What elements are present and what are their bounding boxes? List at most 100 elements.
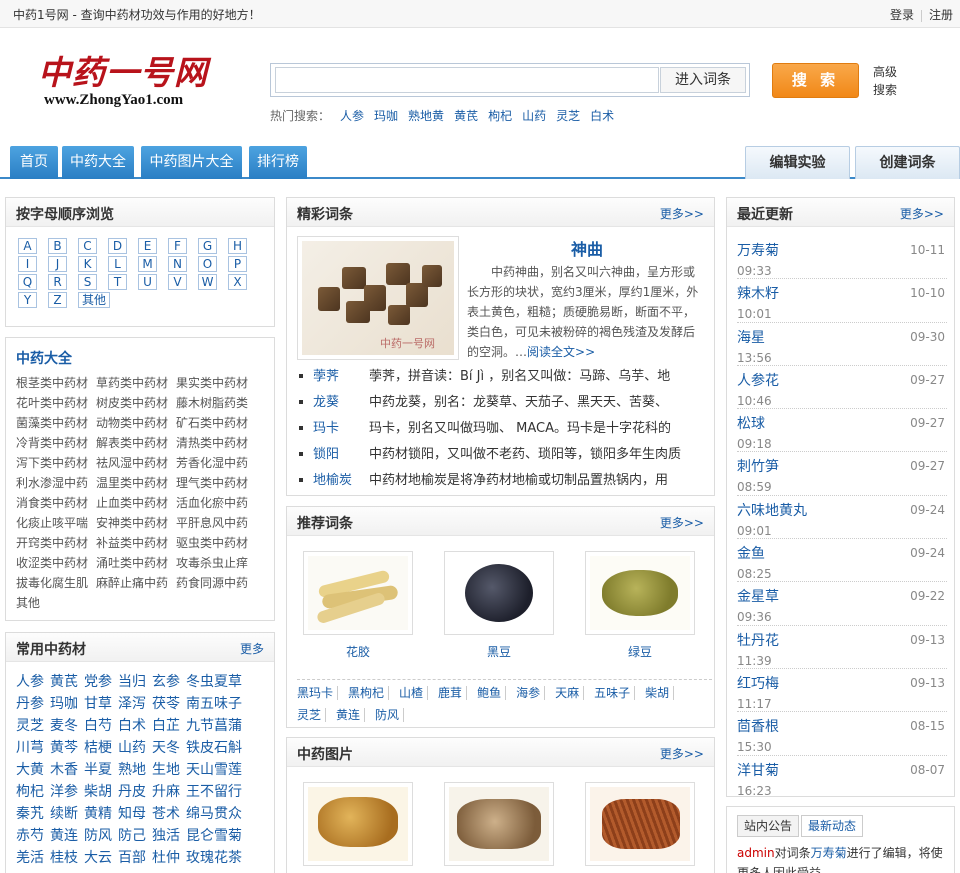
update-entry-link[interactable]: 人参花	[737, 370, 779, 390]
herb-link[interactable]: 天冬	[152, 737, 180, 759]
category-link[interactable]: 收涩类中药材	[16, 554, 96, 574]
hot-link[interactable]: 人参	[340, 109, 364, 123]
update-entry-link[interactable]: 金星草	[737, 586, 779, 606]
herb-link[interactable]: 洋参	[50, 781, 78, 803]
herb-link[interactable]: 丹皮	[118, 781, 146, 803]
update-entry-link[interactable]: 六味地黄丸	[737, 500, 807, 520]
letter-link[interactable]: M	[138, 256, 157, 272]
hot-link[interactable]: 黄芪	[454, 109, 478, 123]
category-link[interactable]: 冷背类中药材	[16, 434, 96, 454]
hot-link[interactable]: 灵芝	[556, 109, 580, 123]
tag-link[interactable]: 鲍鱼	[477, 686, 507, 700]
herb-link[interactable]: 续断	[50, 803, 78, 825]
letter-link[interactable]: L	[108, 256, 127, 272]
category-link[interactable]: 草药类中药材	[96, 374, 176, 394]
search-input[interactable]	[275, 67, 659, 93]
featured-item-link[interactable]: 龙葵	[313, 390, 369, 416]
letter-link[interactable]: O	[198, 256, 217, 272]
read-more-link[interactable]: 阅读全文>>	[527, 345, 595, 359]
herb-link[interactable]: 百部	[118, 847, 146, 869]
search-button[interactable]: 搜 索	[772, 63, 859, 98]
herb-link[interactable]: 昆仑雪菊	[186, 825, 242, 847]
letter-link[interactable]: T	[108, 274, 127, 290]
category-link[interactable]: 涌吐类中药材	[96, 554, 176, 574]
letter-link[interactable]: W	[198, 274, 217, 290]
herb-link[interactable]: 赤芍	[16, 825, 44, 847]
tab-herb-images[interactable]: 中药图片大全	[141, 146, 242, 179]
recommend-thumb[interactable]	[303, 551, 413, 635]
herb-link[interactable]: 黄精	[84, 803, 112, 825]
letter-link[interactable]: X	[228, 274, 247, 290]
recommend-label[interactable]: 黑豆	[444, 643, 554, 660]
tag-link[interactable]: 五味子	[594, 686, 636, 700]
category-link[interactable]: 拔毒化腐生肌	[16, 574, 96, 594]
tag-link[interactable]: 海参	[516, 686, 546, 700]
letter-link[interactable]: H	[228, 238, 247, 254]
update-entry-link[interactable]: 辣木籽	[737, 283, 779, 303]
category-link[interactable]: 花叶类中药材	[16, 394, 96, 414]
herb-link[interactable]: 南五味子	[186, 693, 242, 715]
featured-item-link[interactable]: 锁阳	[313, 442, 369, 468]
herb-link[interactable]: 玫瑰花茶	[186, 847, 242, 869]
letter-link[interactable]: N	[168, 256, 187, 272]
herb-link[interactable]: 熟地	[118, 759, 146, 781]
herb-link[interactable]: 防风	[84, 825, 112, 847]
herb-link[interactable]: 大云	[84, 847, 112, 869]
letter-link[interactable]: G	[198, 238, 217, 254]
category-link[interactable]: 果实类中药材	[176, 374, 256, 394]
update-entry-link[interactable]: 茴香根	[737, 716, 779, 736]
letter-link[interactable]: U	[138, 274, 157, 290]
panel-title[interactable]: 中药大全	[16, 348, 72, 368]
category-link[interactable]: 藤木树脂药类	[176, 394, 256, 414]
herb-link[interactable]: 当归	[118, 671, 146, 693]
tag-link[interactable]: 山楂	[399, 686, 429, 700]
featured-image[interactable]: 中药一号网	[297, 236, 459, 360]
category-link[interactable]: 安神类中药材	[96, 514, 176, 534]
category-link[interactable]: 麻醉止痛中药	[96, 574, 176, 594]
herb-link[interactable]: 黄芩	[50, 737, 78, 759]
herb-link[interactable]: 天山雪莲	[186, 759, 242, 781]
category-link[interactable]: 消食类中药材	[16, 494, 96, 514]
tag-link[interactable]: 鹿茸	[438, 686, 468, 700]
herb-link[interactable]: 党参	[84, 671, 112, 693]
letter-link-other[interactable]: 其他	[78, 292, 110, 308]
herb-link[interactable]: 麦冬	[50, 715, 78, 737]
letter-link[interactable]: D	[108, 238, 127, 254]
herb-link[interactable]: 升麻	[152, 781, 180, 803]
herb-link[interactable]: 绵马贯众	[186, 803, 242, 825]
picture-thumb[interactable]	[444, 782, 554, 866]
herb-link[interactable]: 大黄	[16, 759, 44, 781]
picture-thumb[interactable]	[303, 782, 413, 866]
edit-experiment-button[interactable]: 编辑实验	[745, 146, 850, 179]
category-link[interactable]: 平肝息风中药	[176, 514, 256, 534]
category-link[interactable]: 泻下类中药材	[16, 454, 96, 474]
tab-home[interactable]: 首页	[10, 146, 58, 179]
update-entry-link[interactable]: 海星	[737, 327, 765, 347]
recommend-thumb[interactable]	[444, 551, 554, 635]
category-link[interactable]: 祛风湿中药材	[96, 454, 176, 474]
herb-link[interactable]: 桔梗	[84, 737, 112, 759]
herb-link[interactable]: 知母	[118, 803, 146, 825]
herb-link[interactable]: 王不留行	[186, 781, 242, 803]
update-entry-link[interactable]: 洋甘菊	[737, 760, 779, 780]
herb-link[interactable]: 茯苓	[152, 693, 180, 715]
herb-link[interactable]: 杜仲	[152, 847, 180, 869]
herb-link[interactable]: 玄参	[152, 671, 180, 693]
more-link[interactable]: 更多>>	[660, 514, 704, 531]
herb-link[interactable]: 羌活	[16, 847, 44, 869]
site-logo[interactable]: 中药一号网 www.ZhongYao1.com	[38, 54, 228, 116]
herb-link[interactable]: 川芎	[16, 737, 44, 759]
hot-link[interactable]: 熟地黄	[408, 109, 444, 123]
hot-link[interactable]: 山药	[522, 109, 546, 123]
more-link[interactable]: 更多	[240, 640, 264, 657]
update-entry-link[interactable]: 万寿菊	[737, 240, 779, 260]
category-link[interactable]: 驱虫类中药材	[176, 534, 256, 554]
hot-link[interactable]: 枸杞	[488, 109, 512, 123]
tag-link[interactable]: 柴胡	[645, 686, 675, 700]
category-link[interactable]: 动物类中药材	[96, 414, 176, 434]
letter-link[interactable]: Q	[18, 274, 37, 290]
herb-link[interactable]: 黄连	[50, 825, 78, 847]
notice-entry-link[interactable]: 万寿菊	[811, 846, 847, 860]
tab-ranking[interactable]: 排行榜	[249, 146, 307, 179]
category-link[interactable]: 清热类中药材	[176, 434, 256, 454]
